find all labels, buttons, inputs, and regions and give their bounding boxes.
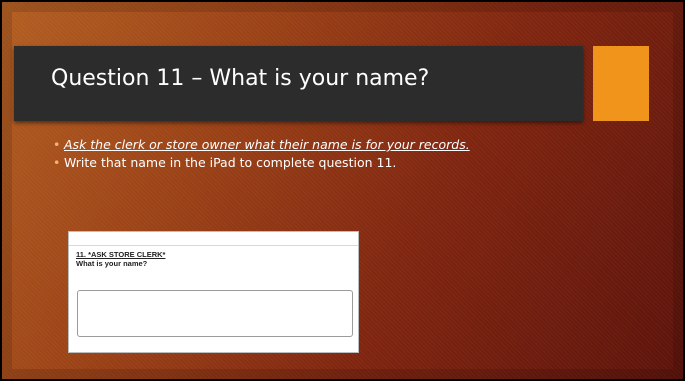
bullet-dot-icon: • bbox=[53, 155, 61, 170]
accent-block bbox=[593, 46, 649, 121]
bullet-list: • Ask the clerk or store owner what thei… bbox=[53, 137, 554, 174]
slide: Question 11 – What is your name? • Ask t… bbox=[0, 0, 685, 381]
name-input[interactable] bbox=[77, 290, 353, 337]
question-text: What is your name? bbox=[76, 258, 148, 268]
bullet-item: • Ask the clerk or store owner what thei… bbox=[53, 137, 554, 152]
form-screenshot: 11. *ASK STORE CLERK* What is your name? bbox=[68, 231, 359, 353]
bullet-text: Ask the clerk or store owner what their … bbox=[64, 137, 470, 152]
bullet-item: • Write that name in the iPad to complet… bbox=[53, 155, 554, 170]
slide-title: Question 11 – What is your name? bbox=[51, 66, 430, 91]
bullet-dot-icon: • bbox=[53, 137, 61, 152]
divider bbox=[69, 245, 358, 246]
question-label: 11. *ASK STORE CLERK* What is your name? bbox=[76, 250, 165, 268]
bullet-text: Write that name in the iPad to complete … bbox=[64, 155, 397, 170]
